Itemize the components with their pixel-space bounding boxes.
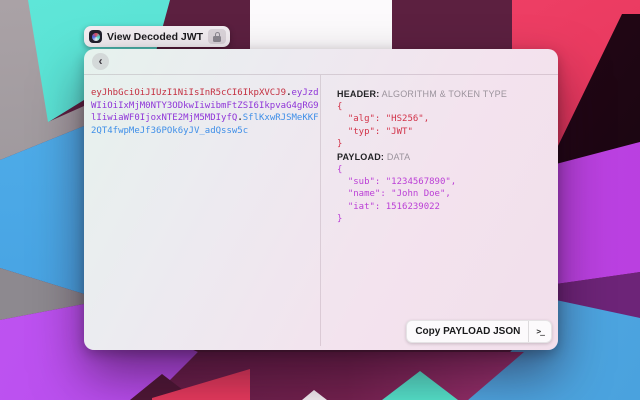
json-line: { bbox=[337, 101, 550, 113]
back-button[interactable]: ‹ bbox=[92, 53, 109, 70]
json-line: } bbox=[337, 138, 550, 150]
copy-button-label: Copy PAYLOAD JSON bbox=[407, 326, 528, 337]
json-line: { bbox=[337, 164, 550, 176]
window-header: ‹ bbox=[84, 49, 558, 75]
payload-label: PAYLOAD: bbox=[337, 152, 384, 162]
decoded-payload-json: { "sub": "1234567890", "name": "John Doe… bbox=[337, 164, 550, 226]
window-tab[interactable]: View Decoded JWT bbox=[84, 26, 230, 47]
header-section-label: HEADER: ALGORITHM & TOKEN TYPE bbox=[337, 88, 550, 101]
jwt-token-panel: eyJhbGciOiJIUzI1NiIsInR5cCI6IkpXVCJ9.eyJ… bbox=[91, 87, 322, 137]
decoded-panel: HEADER: ALGORITHM & TOKEN TYPE { "alg": … bbox=[337, 88, 550, 226]
json-line: } bbox=[337, 213, 550, 225]
json-line: "iat": 1516239022 bbox=[337, 201, 550, 213]
header-sublabel: ALGORITHM & TOKEN TYPE bbox=[382, 89, 507, 99]
tab-title: View Decoded JWT bbox=[107, 31, 203, 43]
lock-icon bbox=[208, 29, 226, 44]
copy-payload-json-button[interactable]: Copy PAYLOAD JSON >_ bbox=[406, 320, 552, 343]
payload-section-label: PAYLOAD: DATA bbox=[337, 151, 550, 164]
terminal-icon: >_ bbox=[529, 327, 551, 336]
chevron-left-icon: ‹ bbox=[99, 55, 103, 67]
json-line: "alg": "HS256", bbox=[337, 113, 550, 125]
decoded-header-json: { "alg": "HS256", "typ": "JWT"} bbox=[337, 101, 550, 151]
panel-divider bbox=[320, 75, 321, 346]
desktop: View Decoded JWT ‹ eyJhbGciOiJIUzI1NiIsI… bbox=[0, 0, 640, 400]
header-label: HEADER: bbox=[337, 89, 379, 99]
jwt-token-text[interactable]: eyJhbGciOiJIUzI1NiIsInR5cCI6IkpXVCJ9.eyJ… bbox=[91, 87, 322, 137]
json-line: "name": "John Doe", bbox=[337, 188, 550, 200]
window-body: eyJhbGciOiJIUzI1NiIsInR5cCI6IkpXVCJ9.eyJ… bbox=[84, 75, 558, 350]
jwt-header-segment: eyJhbGciOiJIUzI1NiIsInR5cCI6IkpXVCJ9 bbox=[91, 88, 286, 98]
jwt-viewer-window: ‹ eyJhbGciOiJIUzI1NiIsInR5cCI6IkpXVCJ9.e… bbox=[84, 49, 558, 350]
payload-sublabel: DATA bbox=[387, 152, 410, 162]
json-line: "typ": "JWT" bbox=[337, 126, 550, 138]
json-line: "sub": "1234567890", bbox=[337, 176, 550, 188]
app-icon-glyph bbox=[92, 33, 100, 41]
decoder-app-icon bbox=[89, 30, 102, 43]
